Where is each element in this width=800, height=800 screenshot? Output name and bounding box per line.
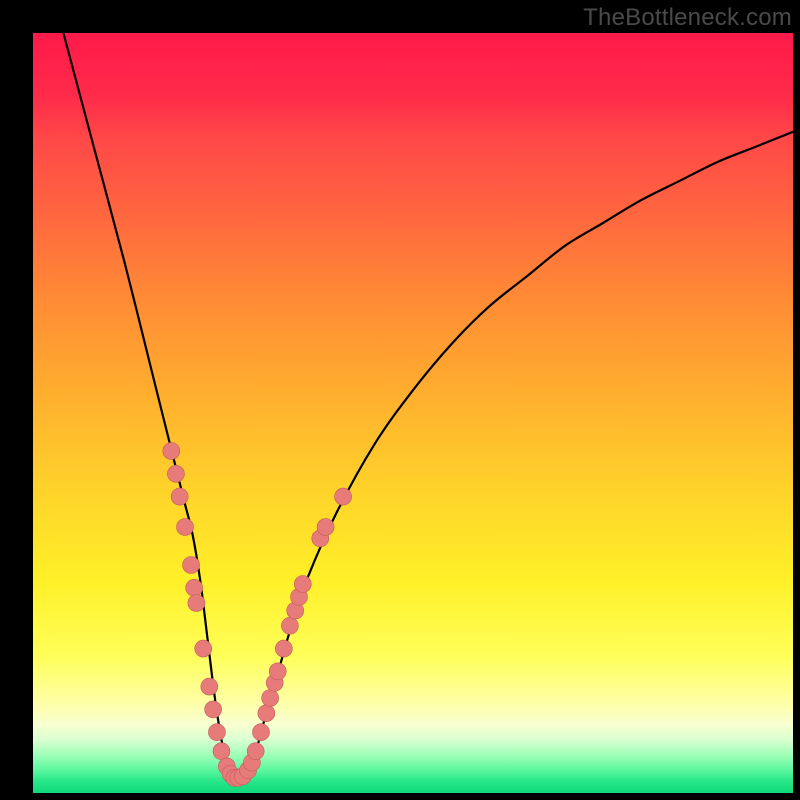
data-marker bbox=[205, 701, 222, 718]
data-marker bbox=[247, 743, 264, 760]
data-marker bbox=[262, 690, 279, 707]
data-marker bbox=[177, 519, 194, 536]
data-marker bbox=[258, 705, 275, 722]
data-marker bbox=[201, 678, 218, 695]
data-marker bbox=[275, 640, 292, 657]
data-marker bbox=[335, 488, 352, 505]
data-marker bbox=[281, 617, 298, 634]
data-marker bbox=[208, 724, 225, 741]
curve-line bbox=[63, 33, 793, 779]
data-markers bbox=[163, 443, 352, 787]
watermark-text: TheBottleneck.com bbox=[583, 4, 792, 32]
data-marker bbox=[163, 443, 180, 460]
chart-frame: TheBottleneck.com bbox=[0, 0, 800, 800]
data-marker bbox=[186, 579, 203, 596]
data-marker bbox=[183, 557, 200, 574]
data-marker bbox=[317, 519, 334, 536]
data-marker bbox=[167, 465, 184, 482]
plot-area bbox=[33, 33, 793, 793]
data-marker bbox=[253, 724, 270, 741]
data-marker bbox=[188, 595, 205, 612]
data-marker bbox=[269, 663, 286, 680]
data-marker bbox=[294, 576, 311, 593]
curve-path bbox=[63, 33, 793, 779]
chart-svg bbox=[33, 33, 793, 793]
data-marker bbox=[171, 488, 188, 505]
data-marker bbox=[195, 640, 212, 657]
data-marker bbox=[213, 743, 230, 760]
